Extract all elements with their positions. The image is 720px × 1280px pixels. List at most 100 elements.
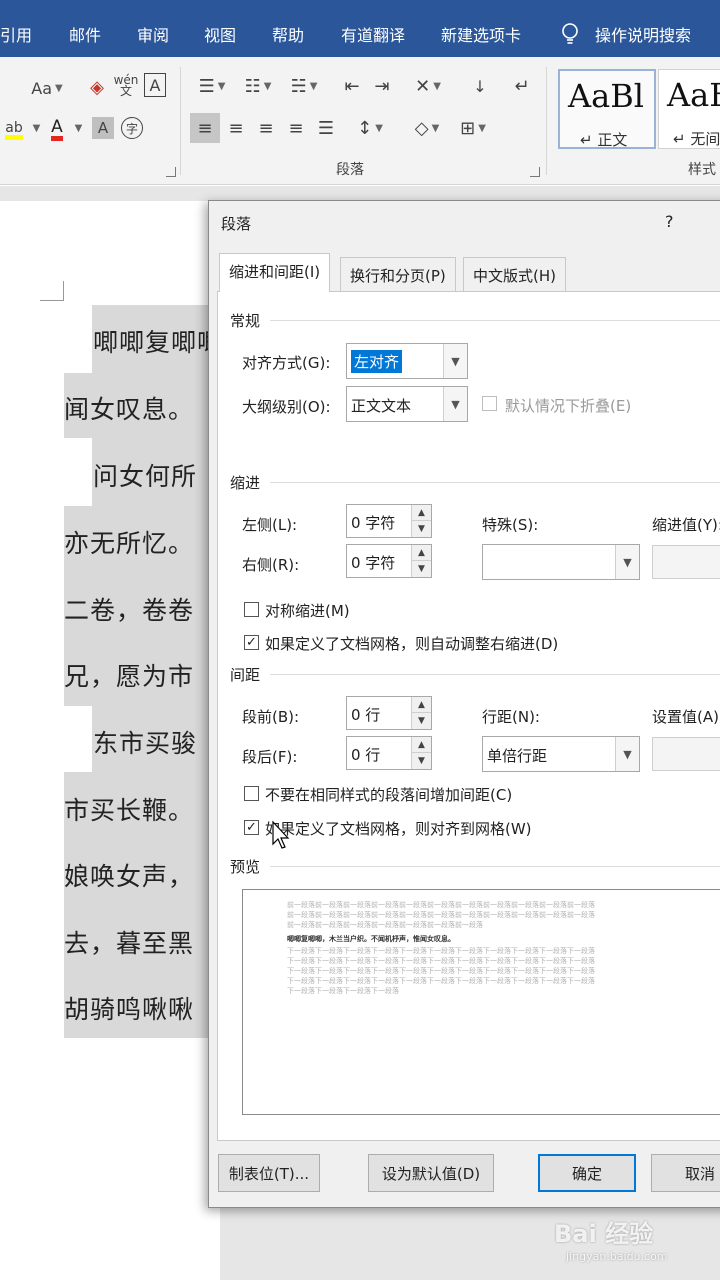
tab-view[interactable]: 视图 xyxy=(204,22,236,46)
line-spacing-label: 行距(N): xyxy=(482,708,540,726)
chinese-layout-icon[interactable]: ✕ ▼ xyxy=(408,73,448,99)
document-line[interactable]: 东市买骏 xyxy=(93,724,197,760)
highlight-color-icon[interactable]: ab xyxy=(0,117,28,143)
paragraph-dialog-launcher-icon[interactable] xyxy=(530,167,540,177)
document-line[interactable]: 胡骑鸣啾啾 xyxy=(64,990,194,1026)
indent-right-spinner[interactable]: 0 字符 ▲ ▼ xyxy=(346,544,432,578)
indent-right-label: 右侧(R): xyxy=(242,556,300,574)
indent-left-spinner[interactable]: 0 字符 ▲ ▼ xyxy=(346,504,432,538)
sort-icon[interactable]: ↓ xyxy=(466,73,494,99)
show-formatting-icon[interactable]: ↵ xyxy=(508,73,536,99)
font-color-dropdown-icon[interactable]: ▼ xyxy=(72,121,83,135)
spacing-at-spinner[interactable] xyxy=(652,737,720,771)
spin-up-icon[interactable]: ▲ xyxy=(411,505,431,521)
section-divider xyxy=(270,320,720,321)
phonetic-guide-button[interactable]: wén 文 xyxy=(114,71,139,101)
style-name-text: 正文 xyxy=(597,131,628,149)
preview-prev-line: 前一段落前一段落前一段落前一段落前一段落前一段落前一段落前一段落前一段落前一段落… xyxy=(287,901,595,909)
lightbulb-icon[interactable] xyxy=(560,22,580,48)
chevron-down-icon[interactable]: ▼ xyxy=(615,737,639,771)
tab-review[interactable]: 审阅 xyxy=(137,22,169,46)
clear-format-icon[interactable]: ◈ xyxy=(84,73,110,101)
font-color-glyph: A xyxy=(51,119,63,141)
tab-asian-typography[interactable]: 中文版式(H) xyxy=(463,257,566,291)
preview-prev-line: 前一段落前一段落前一段落前一段落前一段落前一段落前一段落前一段落前一段落前一段落… xyxy=(287,911,595,919)
justify-icon[interactable]: ≡ xyxy=(282,113,310,143)
spacing-after-spinner[interactable]: 0 行 ▲ ▼ xyxy=(346,736,432,770)
chevron-down-icon[interactable]: ▼ xyxy=(443,344,467,378)
chevron-down-icon[interactable]: ▼ xyxy=(443,387,467,421)
spin-down-icon[interactable]: ▼ xyxy=(411,713,431,729)
snap-to-grid-checkbox[interactable]: ✓ xyxy=(244,820,259,835)
tabs-button[interactable]: 制表位(T)... xyxy=(218,1154,320,1192)
tell-me-search[interactable]: 操作说明搜索 xyxy=(595,22,691,46)
document-line[interactable]: 去，暮至黑 xyxy=(64,924,194,960)
multilevel-list-icon[interactable]: ☵ ▼ xyxy=(284,73,324,99)
character-border-button[interactable]: A xyxy=(144,73,166,97)
spin-up-icon[interactable]: ▲ xyxy=(411,545,431,561)
mirror-indents-checkbox[interactable] xyxy=(244,602,259,617)
line-spacing-select[interactable]: 单倍行距 ▼ xyxy=(482,736,640,772)
indent-left-label: 左侧(L): xyxy=(242,516,298,534)
document-line[interactable]: 亦无所忆。 xyxy=(64,524,194,560)
style-card-no-spacing[interactable]: AaB ↵ 无间隔 xyxy=(658,69,720,149)
document-line[interactable]: 兄，愿为市 xyxy=(64,657,194,693)
line-spacing-value: 单倍行距 xyxy=(487,747,548,765)
increase-indent-icon[interactable]: ⇥ xyxy=(368,73,396,99)
spin-up-icon[interactable]: ▲ xyxy=(411,737,431,753)
distributed-icon[interactable]: ☰ xyxy=(312,113,340,143)
spacing-before-spinner[interactable]: 0 行 ▲ ▼ xyxy=(346,696,432,730)
tab-indents-spacing[interactable]: 缩进和间距(I) xyxy=(219,253,331,292)
document-line[interactable]: 问女何所 xyxy=(93,457,197,493)
style-name: ↵ 无间隔 xyxy=(673,128,720,149)
style-sample: AaBl xyxy=(568,77,644,115)
spin-down-icon[interactable]: ▼ xyxy=(411,561,431,577)
special-indent-select[interactable]: ▼ xyxy=(482,544,640,580)
document-line[interactable]: 二卷，卷卷 xyxy=(64,591,194,627)
borders-icon[interactable]: ⊞ ▼ xyxy=(452,113,494,143)
alignment-select[interactable]: 左对齐 ▼ xyxy=(346,343,468,379)
tab-new-tab[interactable]: 新建选项卡 xyxy=(441,22,521,46)
line-spacing-icon[interactable]: ↕ ▼ xyxy=(350,113,390,143)
ok-button[interactable]: 确定 xyxy=(538,1154,636,1192)
spin-down-icon[interactable]: ▼ xyxy=(411,753,431,769)
font-color-button[interactable]: A xyxy=(44,117,70,143)
shading-icon[interactable]: ◇ ▼ xyxy=(404,113,450,143)
align-left-icon[interactable]: ≡ xyxy=(190,113,220,143)
no-space-same-style-checkbox[interactable] xyxy=(244,786,259,801)
indent-by-spinner[interactable] xyxy=(652,545,720,579)
preview-next-line: 下一段落下一段落下一段落下一段落 xyxy=(287,987,399,995)
document-line[interactable]: 娘唤女声， xyxy=(64,857,194,893)
spin-up-icon[interactable]: ▲ xyxy=(411,697,431,713)
no-space-same-style-label: 不要在相同样式的段落间增加间距(C) xyxy=(265,786,513,804)
chevron-down-icon[interactable]: ▼ xyxy=(615,545,639,579)
set-as-default-button[interactable]: 设为默认值(D) xyxy=(368,1154,494,1192)
align-center-icon[interactable]: ≡ xyxy=(222,113,250,143)
collapse-default-checkbox[interactable] xyxy=(482,396,497,411)
baidu-watermark: Bai 经验 xyxy=(554,1220,654,1248)
document-line[interactable]: 唧唧复唧唧 xyxy=(93,323,223,359)
bullets-icon[interactable]: ☰ ▼ xyxy=(192,73,232,99)
outline-level-select[interactable]: 正文文本 ▼ xyxy=(346,386,468,422)
decrease-indent-icon[interactable]: ⇤ xyxy=(338,73,366,99)
font-dialog-launcher-icon[interactable] xyxy=(166,167,176,177)
align-right-icon[interactable]: ≡ xyxy=(252,113,280,143)
cancel-button[interactable]: 取消 xyxy=(651,1154,720,1192)
document-line[interactable]: 市买长鞭。 xyxy=(64,791,194,827)
preview-next-line: 下一段落下一段落下一段落下一段落下一段落下一段落下一段落下一段落下一段落下一段落… xyxy=(287,957,595,965)
numbering-icon[interactable]: ☷ ▼ xyxy=(238,73,278,99)
tab-line-page-breaks[interactable]: 换行和分页(P) xyxy=(340,257,456,291)
tab-youdao-translate[interactable]: 有道翻译 xyxy=(341,22,405,46)
tab-help[interactable]: 帮助 xyxy=(272,22,304,46)
style-card-normal[interactable]: AaBl ↵ 正文 xyxy=(558,69,656,149)
character-shading-button[interactable]: A xyxy=(92,117,114,139)
dialog-help-button[interactable]: ? xyxy=(665,212,674,231)
enclose-characters-button[interactable]: 字 xyxy=(121,117,143,139)
tab-references[interactable]: 引用 xyxy=(0,22,32,46)
document-line[interactable]: 闻女叹息。 xyxy=(64,390,194,426)
auto-adjust-indent-checkbox[interactable]: ✓ xyxy=(244,635,259,650)
change-case-button[interactable]: Aa ▼ xyxy=(28,75,66,101)
tab-mailings[interactable]: 邮件 xyxy=(69,22,101,46)
highlight-dropdown-icon[interactable]: ▼ xyxy=(30,121,41,135)
spin-down-icon[interactable]: ▼ xyxy=(411,521,431,537)
